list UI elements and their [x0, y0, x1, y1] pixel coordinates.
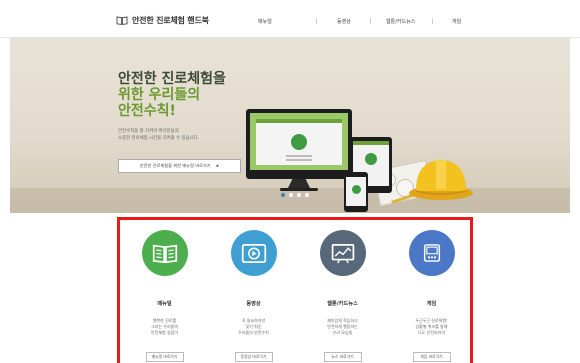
chevron-right-icon: ▸	[216, 163, 220, 169]
desktop-monitor-illustration	[246, 109, 352, 179]
service-title: 웹툰/카드뉴스	[327, 301, 358, 307]
service-card-manual: 매뉴얼 행복한 진로를 그리는 우리들의 안전체험 길잡이 매뉴얼 바로가기	[120, 220, 209, 363]
nav-divider	[370, 18, 371, 24]
hero-banner: 안전한 진로체험을 위한 우리들의 안전수칙! 안전수칙을 잘 지켜야 여러분들…	[10, 38, 570, 213]
chart-card-icon	[331, 243, 354, 263]
slide-indicator	[281, 193, 309, 197]
service-description: 행복한 진로를 그리는 우리들의 안전체험 길잡이	[128, 318, 201, 336]
news-link-button[interactable]: 뉴스 바로가기	[323, 352, 362, 362]
slide-dot[interactable]	[305, 193, 309, 197]
nav-divider	[432, 18, 433, 24]
service-card-webtoon: 웹툰/카드뉴스 재미있게 학습하고 안전하게 행동하는 우리 모습들 뉴스 바로…	[298, 220, 387, 363]
hero-headline-line: 안전한 진로체험을	[118, 71, 226, 87]
monitor-stand	[288, 179, 310, 188]
hero-subtext-line: 소중한 진로체험 시간을 지켜줄 수 있습니다.	[118, 135, 200, 141]
nav-divider	[316, 18, 317, 24]
slide-dot-active[interactable]	[281, 193, 285, 197]
service-description-line: 나도 안전지키미	[417, 330, 446, 335]
service-circle[interactable]	[408, 230, 455, 276]
video-link-button[interactable]: 동영상 바로가기	[234, 352, 273, 362]
service-description-line: 안전체험 길잡이	[150, 330, 179, 335]
hero-manual-button[interactable]: 안전한 진로체험을 위한 매뉴얼 바로가기 ▸	[118, 159, 241, 173]
game-device-icon	[423, 244, 440, 262]
service-description-line: 우리 모습들	[332, 330, 353, 335]
site-header: 안전한 진로체험 핸드북 매뉴얼 동영상 웹툰/카드뉴스 게임	[0, 0, 580, 38]
hard-hat-illustration	[409, 159, 473, 200]
manual-link-button[interactable]: 매뉴얼 바로가기	[145, 352, 184, 362]
slide-dot[interactable]	[297, 193, 301, 197]
nav-item-game[interactable]: 게임	[452, 18, 461, 25]
service-description-line: 우리들의 안전수칙	[238, 330, 269, 335]
service-description: 꼭 필요하지만 잊기 쉬운 우리들의 안전수칙	[217, 318, 290, 336]
video-play-icon	[241, 243, 266, 263]
hero-desk-surface	[10, 188, 570, 213]
monitor-base	[280, 188, 318, 191]
book-icon	[152, 244, 177, 263]
service-description: 두근두근 진로체험! 상황별 퀴즈를 통해 나도 안전지키미	[395, 318, 468, 336]
hero-headline-line: 위한 우리들의	[118, 87, 201, 103]
hero-subtext: 안전수칙을 잘 지켜야 여러분들의 소중한 진로체험 시간을 지켜줄 수 있습니…	[118, 129, 258, 142]
nav-item-video[interactable]: 동영상	[337, 18, 351, 25]
service-circle[interactable]	[230, 230, 277, 276]
slide-dot[interactable]	[289, 193, 293, 197]
hero-button-label: 안전한 진로체험을 위한 매뉴얼 바로가기	[139, 163, 211, 168]
service-card-game: 게임 두근두근 진로체험! 상황별 퀴즈를 통해 나도 안전지키미 게임 바로가…	[387, 220, 476, 363]
service-title: 게임	[426, 301, 437, 307]
phone-illustration	[344, 172, 368, 212]
service-card-video: 동영상 꼭 필요하지만 잊기 쉬운 우리들의 안전수칙 동영상 바로가기	[209, 220, 298, 363]
service-title: 동영상	[246, 301, 261, 307]
service-title: 매뉴얼	[157, 301, 172, 307]
service-links-section: 매뉴얼 행복한 진로를 그리는 우리들의 안전체험 길잡이 매뉴얼 바로가기 동…	[117, 217, 473, 363]
nav-item-webtoon[interactable]: 웹툰/카드뉴스	[386, 18, 415, 25]
nav-item-manual[interactable]: 매뉴얼	[258, 18, 272, 25]
service-circle[interactable]	[319, 230, 366, 276]
game-link-button[interactable]: 게임 바로가기	[412, 352, 451, 362]
service-circle[interactable]	[141, 230, 188, 276]
service-description: 재미있게 학습하고 안전하게 행동하는 우리 모습들	[306, 318, 379, 336]
main-nav: 매뉴얼 동영상 웹툰/카드뉴스 게임	[0, 18, 580, 28]
